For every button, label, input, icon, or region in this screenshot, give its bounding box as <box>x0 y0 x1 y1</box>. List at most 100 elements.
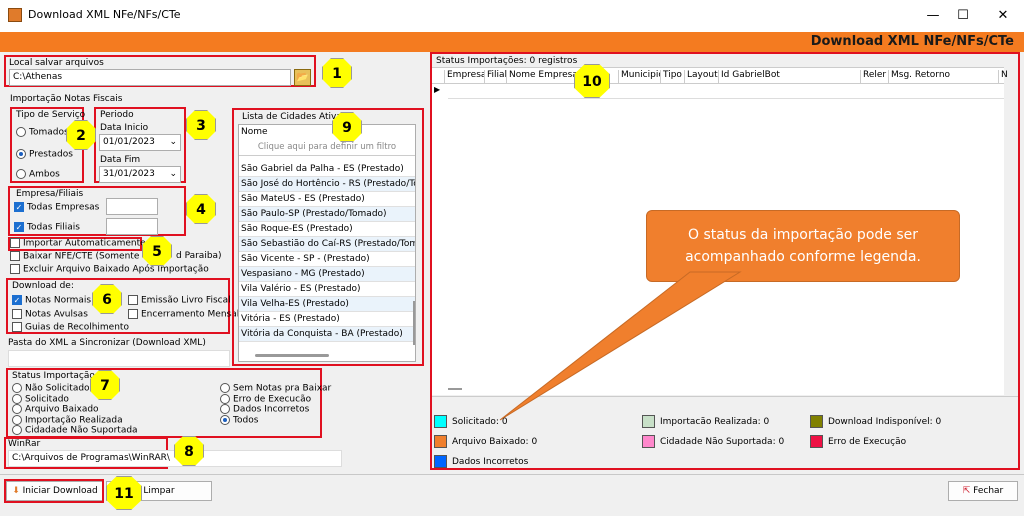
close-button-label: Fechar <box>973 486 1004 496</box>
radio-sem-notas[interactable]: Sem Notas pra Baixar <box>220 383 331 394</box>
radio-icon <box>12 404 22 414</box>
normal-notes-checkbox[interactable]: ✓ Notas Normais <box>12 295 91 306</box>
city-row[interactable]: Vitória - ES (Prestado) <box>239 312 415 327</box>
period-label: Periodo <box>100 110 134 120</box>
close-window-button[interactable]: ✕ <box>980 4 1024 28</box>
checkbox-icon <box>12 322 22 332</box>
grid-column-header[interactable]: Empresa <box>444 70 484 84</box>
legend-swatch <box>810 435 823 448</box>
radio-cidade-nao-suportada[interactable]: Cidadade Não Suportada <box>12 425 138 436</box>
start-download-highlight <box>4 479 104 503</box>
app-icon <box>8 8 22 22</box>
window-title: Download XML NFe/NFs/CTe <box>28 8 181 21</box>
winrar-label: WinRar <box>8 439 41 449</box>
folder-open-icon[interactable]: 📂 <box>294 69 311 86</box>
sync-path-input[interactable] <box>8 350 230 367</box>
legend-label: Erro de Execução <box>828 437 907 447</box>
city-row[interactable]: Vila Valério - ES (Prestado) <box>239 282 415 297</box>
city-filter-row[interactable]: Clique aqui para definir um filtro <box>239 140 415 156</box>
title-bar: Download XML NFe/NFs/CTe — ☐ ✕ <box>0 0 1024 32</box>
radio-ambos-label: Ambos <box>29 169 60 180</box>
legend-swatch <box>434 415 447 428</box>
header-banner: Download XML NFe/NFs/CTe <box>0 32 1024 52</box>
status-filter-right: Sem Notas pra Baixar Erro de Execucão Da… <box>220 383 331 425</box>
avulsas-checkbox[interactable]: Notas Avulsas <box>12 309 88 320</box>
city-column-header[interactable]: Nome <box>239 125 415 140</box>
emissao-label: Emissão Livro Fiscal <box>141 295 231 306</box>
city-list[interactable]: Nome Clique aqui para definir um filtro … <box>238 124 416 362</box>
avulsas-label: Notas Avulsas <box>25 309 88 320</box>
city-row[interactable]: São Roque-ES (Prestado) <box>239 222 415 237</box>
legend-label: Arquivo Baixado: 0 <box>452 437 538 447</box>
legend-label: Cidadade Não Suportada: 0 <box>660 437 785 447</box>
grid-empty-row[interactable] <box>448 98 1004 99</box>
auto-import-checkbox[interactable]: Importar Automaticamente <box>10 238 146 249</box>
radio-ambos[interactable]: Ambos <box>16 169 60 180</box>
city-row[interactable]: São MateUS - ES (Prestado) <box>239 192 415 207</box>
grid-column-header[interactable]: Layout <box>684 70 718 84</box>
city-row[interactable]: São José do Hortêncio - RS (Prestado/Tom <box>239 177 415 192</box>
radio-todos[interactable]: Todos <box>220 414 331 425</box>
checkbox-checked-icon: ✓ <box>14 222 24 232</box>
city-list-hscrollbar[interactable] <box>255 354 329 357</box>
radio-icon <box>12 393 22 404</box>
start-date-value: 01/01/2023 <box>103 137 155 147</box>
city-row[interactable]: São Sebastião do Caí-RS (Prestado/Toma <box>239 237 415 252</box>
city-row[interactable]: São Gabriel da Palha - ES (Prestado) <box>239 162 415 177</box>
grid-column-header[interactable]: Id GabrielBot <box>718 70 860 84</box>
callout-pointer <box>499 271 742 421</box>
city-row[interactable]: Vitória da Conquista - BA (Prestado) <box>239 327 415 342</box>
download-nfe-label: Baixar NFE/CTE (Somente est <box>23 251 156 262</box>
checkbox-icon <box>10 264 20 274</box>
legend-swatch <box>434 435 447 448</box>
badge-2: 2 <box>66 120 96 150</box>
radio-erro-execucao[interactable]: Erro de Execucão <box>220 393 331 404</box>
radio-prestados[interactable]: Prestados <box>16 149 73 160</box>
radio-solicitado[interactable]: Solicitado <box>12 393 138 404</box>
grid-column-header[interactable]: Tipo <box>660 70 684 84</box>
radio-tomados[interactable]: Tomados <box>16 127 69 138</box>
city-rows: São Gabriel da Palha - ES (Prestado) São … <box>239 162 415 342</box>
radio-label: Cidadade Não Suportada <box>25 425 138 436</box>
start-date-picker[interactable]: 01/01/2023 ⌄ <box>99 134 181 151</box>
service-type-label: Tipo de Serviço <box>16 110 86 120</box>
end-date-label: Data Fim <box>100 155 141 165</box>
grid-column-header[interactable]: Municipio <box>618 70 660 84</box>
delete-after-checkbox[interactable]: Excluir Arquivo Baixado Após Importação <box>10 264 209 275</box>
company-code-input[interactable] <box>106 198 158 215</box>
badge-1: 1 <box>322 58 352 88</box>
branch-code-input[interactable] <box>106 218 158 235</box>
radio-dados-incorretos[interactable]: Dados Incorretos <box>220 404 331 415</box>
sync-path-label: Pasta do XML a Sincronizar (Download XML… <box>8 338 206 348</box>
grid-column-header[interactable]: N <box>998 70 1016 84</box>
all-companies-checkbox[interactable]: ✓ Todas Empresas <box>14 202 99 213</box>
grid-column-header[interactable]: Msg. Retorno <box>888 70 998 84</box>
emissao-checkbox[interactable]: Emissão Livro Fiscal <box>128 295 231 306</box>
radio-label: Não Solicitado <box>25 383 90 394</box>
city-row[interactable]: São Paulo-SP (Prestado/Tomado) <box>239 207 415 222</box>
end-date-picker[interactable]: 31/01/2023 ⌄ <box>99 166 181 183</box>
companies-group: Empresa/Filiais ✓ Todas Empresas ✓ Todas F… <box>8 186 186 236</box>
save-location-label: Local salvar arquivos <box>9 58 104 68</box>
save-location-input[interactable]: C:\Athenas <box>9 69 291 86</box>
normal-notes-label: Notas Normais <box>25 295 92 306</box>
grid-column-header[interactable]: Reler <box>860 70 888 84</box>
radio-importacao-realizada[interactable]: Importação Realizada <box>12 414 138 425</box>
radio-selected-icon <box>16 149 26 159</box>
grid-column-header[interactable]: Filial <box>484 70 506 84</box>
all-branches-checkbox[interactable]: ✓ Todas Filiais <box>14 222 80 233</box>
city-list-label: Lista de Cidades Ativas <box>242 112 347 122</box>
status-filter-group: Status Importação Não Solicitado Solicit… <box>6 368 331 438</box>
checkbox-checked-icon: ✓ <box>12 295 22 305</box>
guias-checkbox[interactable]: Guias de Recolhimento <box>12 322 129 333</box>
close-button[interactable]: ⇱ Fechar <box>948 481 1018 501</box>
grid-hscrollbar[interactable] <box>448 388 462 390</box>
encerramento-checkbox[interactable]: Encerramento Mensal <box>128 309 239 320</box>
radio-arquivo-baixado[interactable]: Arquivo Baixado <box>12 404 138 415</box>
download-nfe-checkbox[interactable]: Baixar NFE/CTE (Somente est <box>10 251 156 262</box>
badge-4: 4 <box>186 194 216 224</box>
city-row[interactable]: São Vicente - SP - (Prestado) <box>239 252 415 267</box>
city-list-vscrollbar[interactable] <box>413 301 415 345</box>
city-row[interactable]: Vila Velha-ES (Prestado) <box>239 297 415 312</box>
city-row[interactable]: Vespasiano - MG (Prestado) <box>239 267 415 282</box>
